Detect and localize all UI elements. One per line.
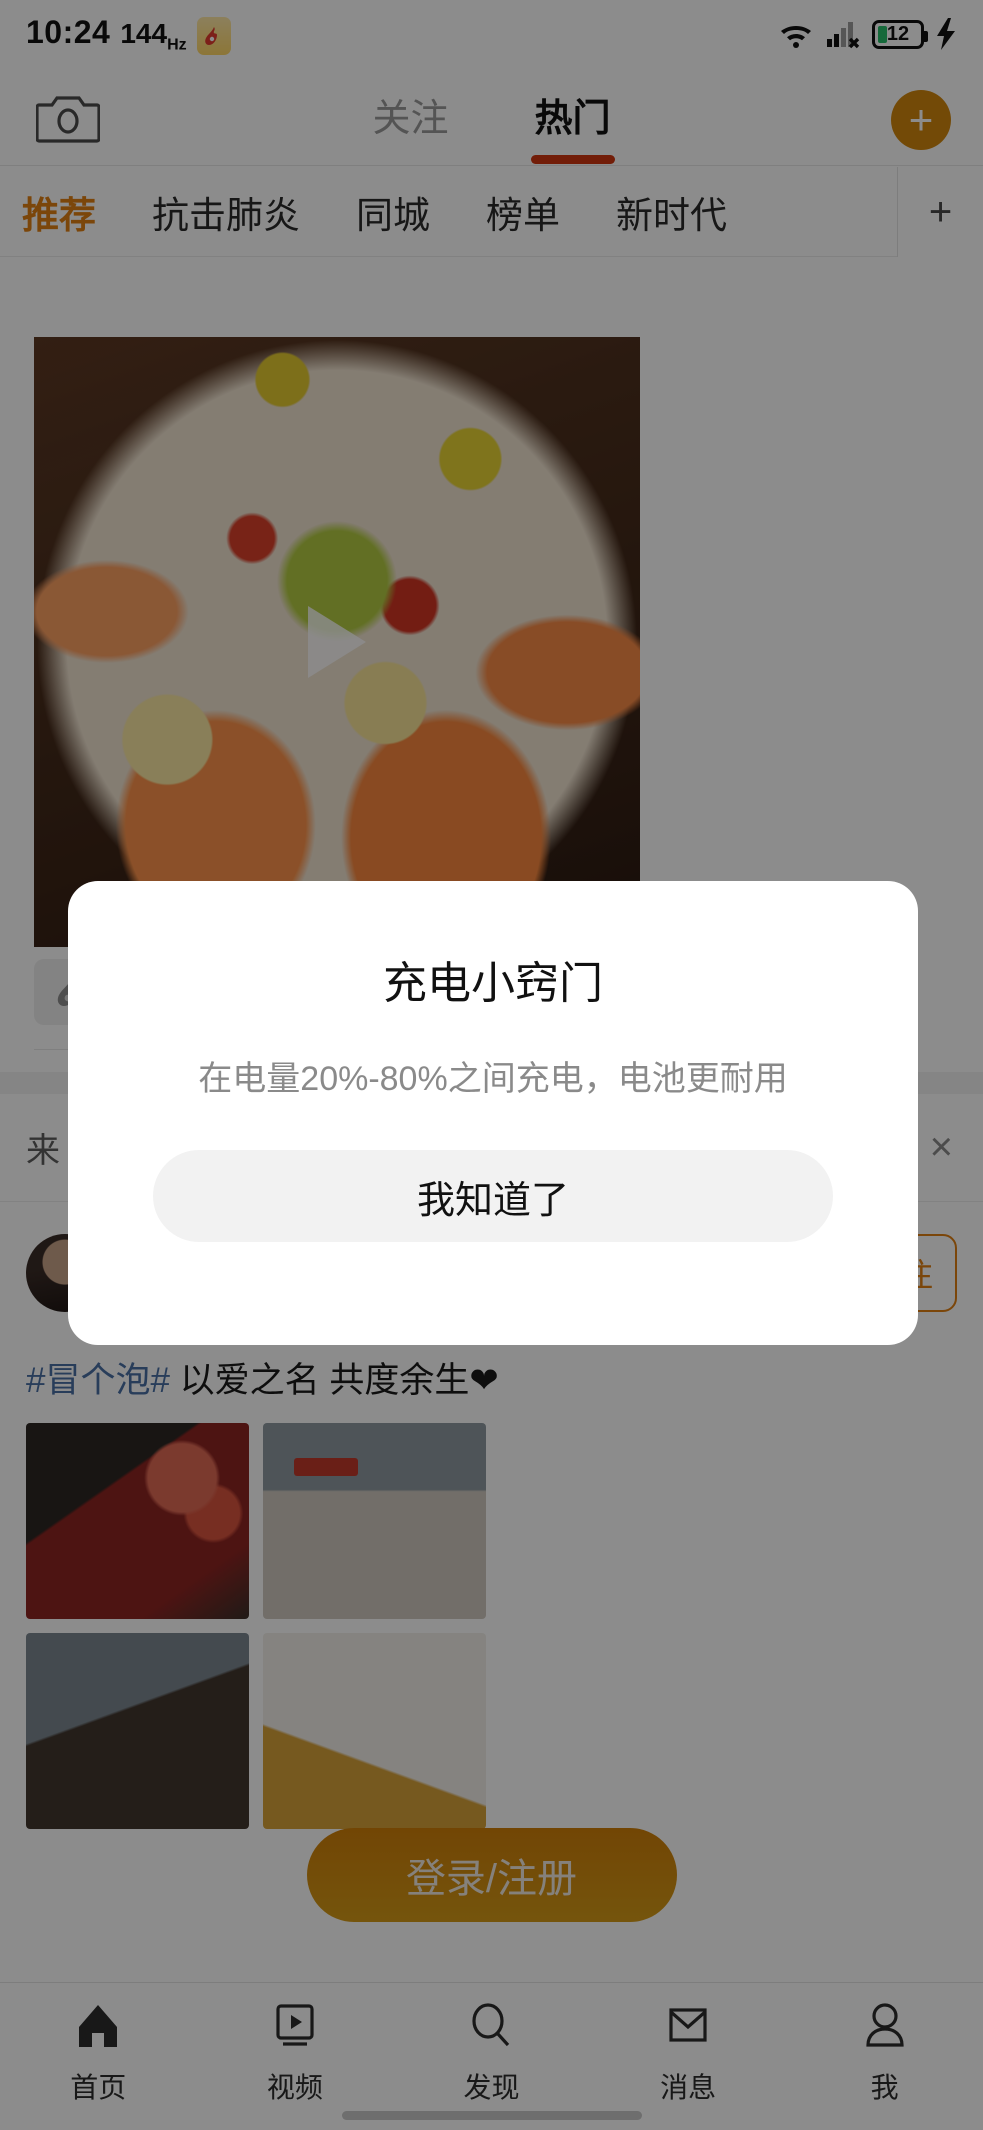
dialog-message: 在电量20%-80%之间充电，电池更耐用 (198, 1060, 788, 1098)
dialog-confirm-button[interactable]: 我知道了 (153, 1150, 833, 1242)
charging-tip-dialog: 充电小窍门 在电量20%-80%之间充电，电池更耐用 我知道了 (68, 881, 918, 1345)
dialog-title: 充电小窍门 (383, 959, 603, 1008)
